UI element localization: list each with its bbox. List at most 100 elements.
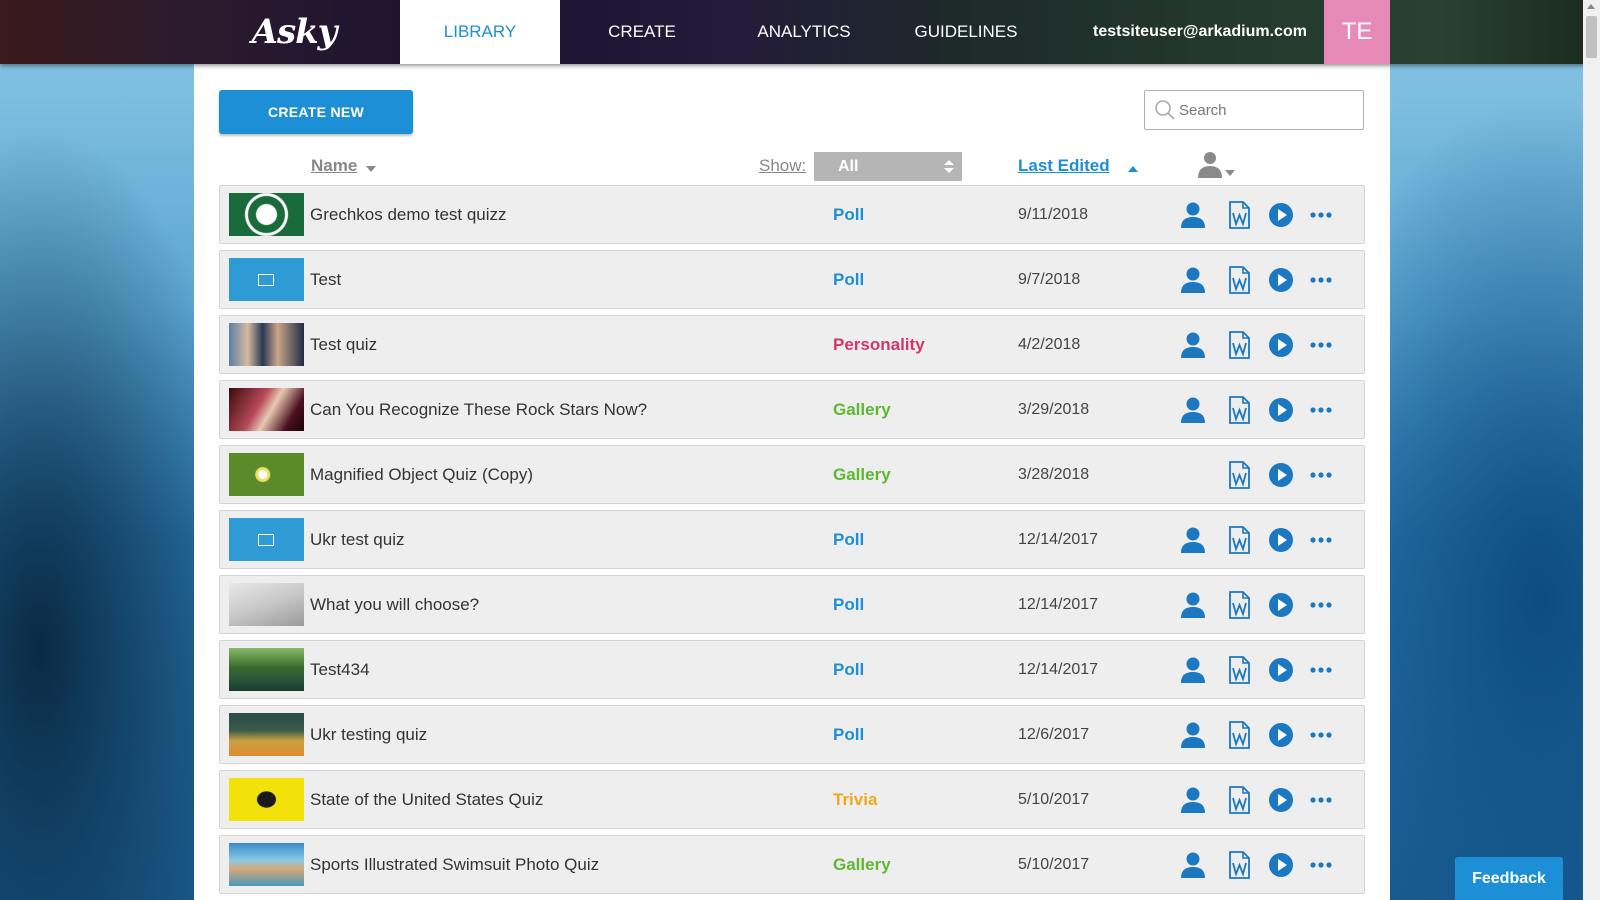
quiz-name[interactable]: Ukr testing quiz: [310, 706, 427, 763]
word-document-icon[interactable]: [1224, 720, 1254, 750]
owner-icon[interactable]: [1178, 720, 1208, 750]
quiz-row[interactable]: Ukr test quiz Poll 12/14/2017: [219, 510, 1365, 569]
play-icon[interactable]: [1266, 200, 1296, 230]
quiz-thumbnail[interactable]: [229, 323, 304, 366]
quiz-thumbnail[interactable]: [229, 583, 304, 626]
quiz-row[interactable]: Ukr testing quiz Poll 12/6/2017: [219, 705, 1365, 764]
more-options-icon[interactable]: [1306, 850, 1336, 880]
quiz-last-edited: 5/10/2017: [1018, 791, 1090, 808]
scroll-up-arrow-icon[interactable]: [1587, 4, 1595, 9]
owner-icon[interactable]: [1178, 395, 1208, 425]
word-document-icon[interactable]: [1224, 785, 1254, 815]
search-input[interactable]: [1179, 97, 1355, 123]
name-column-header[interactable]: Name: [311, 156, 357, 176]
word-document-icon[interactable]: [1224, 590, 1254, 620]
more-options-icon[interactable]: [1306, 395, 1336, 425]
play-icon[interactable]: [1266, 525, 1296, 555]
owner-icon[interactable]: [1178, 200, 1208, 230]
owner-filter-icon[interactable]: [1196, 150, 1236, 182]
quiz-list: Grechkos demo test quizz Poll 9/11/2018 Tes…: [219, 185, 1365, 900]
top-nav-bar: Asky LIBRARY CREATE ANALYTICS GUIDELINES…: [0, 0, 1600, 64]
search-box[interactable]: [1144, 90, 1364, 130]
sort-up-icon[interactable]: [1128, 166, 1138, 172]
quiz-row[interactable]: Sports Illustrated Swimsuit Photo Quiz Ga…: [219, 835, 1365, 894]
create-new-button[interactable]: CREATE NEW: [219, 90, 413, 134]
quiz-thumbnail[interactable]: [229, 778, 304, 821]
quiz-row[interactable]: Magnified Object Quiz (Copy) Gallery 3/28/…: [219, 445, 1365, 504]
quiz-thumbnail[interactable]: [229, 193, 304, 236]
tab-guidelines[interactable]: GUIDELINES: [886, 0, 1046, 64]
owner-icon[interactable]: [1178, 655, 1208, 685]
quiz-thumbnail[interactable]: [229, 843, 304, 886]
quiz-row[interactable]: Grechkos demo test quizz Poll 9/11/2018: [219, 185, 1365, 244]
quiz-thumbnail[interactable]: [229, 713, 304, 756]
owner-icon[interactable]: [1178, 265, 1208, 295]
more-options-icon[interactable]: [1306, 525, 1336, 555]
quiz-name[interactable]: Sports Illustrated Swimsuit Photo Quiz: [310, 836, 599, 893]
user-email[interactable]: testsiteuser@arkadium.com: [1080, 0, 1320, 64]
word-document-icon[interactable]: [1224, 525, 1254, 555]
quiz-name[interactable]: Grechkos demo test quizz: [310, 186, 507, 243]
play-icon[interactable]: [1266, 655, 1296, 685]
quiz-thumbnail[interactable]: [229, 453, 304, 496]
quiz-name[interactable]: Can You Recognize These Rock Stars Now?: [310, 381, 647, 438]
tab-create[interactable]: CREATE: [562, 0, 722, 64]
feedback-button[interactable]: Feedback: [1455, 857, 1563, 900]
page-scrollbar[interactable]: [1583, 0, 1600, 900]
quiz-row[interactable]: Test quiz Personality 4/2/2018: [219, 315, 1365, 374]
quiz-thumbnail[interactable]: [229, 518, 304, 561]
last-edited-column-header[interactable]: Last Edited: [1018, 156, 1110, 176]
asky-logo[interactable]: Asky: [244, 10, 344, 54]
quiz-name[interactable]: Test: [310, 251, 341, 308]
quiz-name[interactable]: Ukr test quiz: [310, 511, 404, 568]
word-document-icon[interactable]: [1224, 330, 1254, 360]
word-document-icon[interactable]: [1224, 395, 1254, 425]
more-options-icon[interactable]: [1306, 590, 1336, 620]
play-icon[interactable]: [1266, 785, 1296, 815]
more-options-icon[interactable]: [1306, 720, 1336, 750]
quiz-name[interactable]: Test quiz: [310, 316, 377, 373]
play-icon[interactable]: [1266, 330, 1296, 360]
owner-icon[interactable]: [1178, 785, 1208, 815]
play-icon[interactable]: [1266, 265, 1296, 295]
quiz-name[interactable]: Magnified Object Quiz (Copy): [310, 446, 533, 503]
quiz-row[interactable]: State of the United States Quiz Trivia 5/1…: [219, 770, 1365, 829]
more-options-icon[interactable]: [1306, 200, 1336, 230]
more-options-icon[interactable]: [1306, 655, 1336, 685]
quiz-name[interactable]: State of the United States Quiz: [310, 771, 543, 828]
more-options-icon[interactable]: [1306, 460, 1336, 490]
owner-icon[interactable]: [1178, 590, 1208, 620]
more-options-icon[interactable]: [1306, 330, 1336, 360]
quiz-name[interactable]: What you will choose?: [310, 576, 479, 633]
owner-icon[interactable]: [1178, 850, 1208, 880]
quiz-thumbnail[interactable]: [229, 258, 304, 301]
quiz-row[interactable]: Test Poll 9/7/2018: [219, 250, 1365, 309]
tab-library[interactable]: LIBRARY: [400, 0, 560, 64]
play-icon[interactable]: [1266, 590, 1296, 620]
quiz-thumbnail[interactable]: [229, 648, 304, 691]
word-document-icon[interactable]: [1224, 460, 1254, 490]
scroll-thumb[interactable]: [1586, 16, 1597, 58]
library-panel: CREATE NEW Name Show: All Last Edited Gr…: [194, 64, 1390, 900]
quiz-row[interactable]: What you will choose? Poll 12/14/2017: [219, 575, 1365, 634]
owner-icon[interactable]: [1178, 330, 1208, 360]
word-document-icon[interactable]: [1224, 200, 1254, 230]
quiz-thumbnail[interactable]: [229, 388, 304, 431]
tab-analytics[interactable]: ANALYTICS: [724, 0, 884, 64]
word-document-icon[interactable]: [1224, 265, 1254, 295]
show-filter-select[interactable]: All: [814, 152, 962, 181]
more-options-icon[interactable]: [1306, 265, 1336, 295]
owner-icon[interactable]: [1178, 525, 1208, 555]
play-icon[interactable]: [1266, 395, 1296, 425]
play-icon[interactable]: [1266, 720, 1296, 750]
quiz-row[interactable]: Can You Recognize These Rock Stars Now? G…: [219, 380, 1365, 439]
play-icon[interactable]: [1266, 460, 1296, 490]
avatar[interactable]: TE: [1324, 0, 1390, 64]
word-document-icon[interactable]: [1224, 655, 1254, 685]
quiz-name[interactable]: Test434: [310, 641, 370, 698]
play-icon[interactable]: [1266, 850, 1296, 880]
more-options-icon[interactable]: [1306, 785, 1336, 815]
quiz-row[interactable]: Test434 Poll 12/14/2017: [219, 640, 1365, 699]
sort-down-icon[interactable]: [366, 166, 376, 172]
word-document-icon[interactable]: [1224, 850, 1254, 880]
